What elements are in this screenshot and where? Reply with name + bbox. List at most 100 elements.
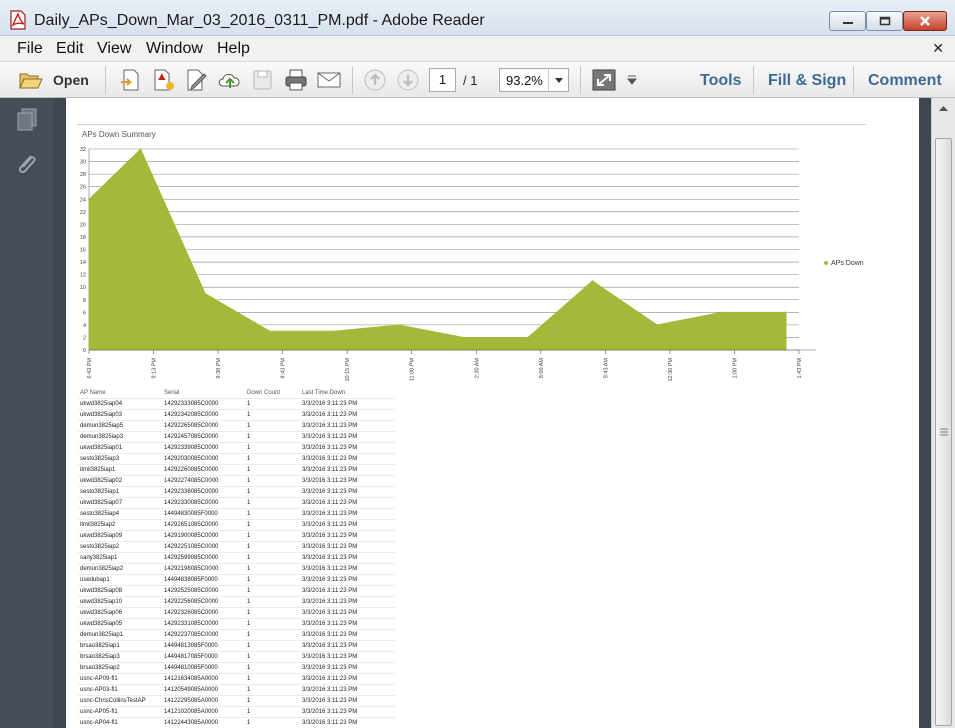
minimize-button[interactable] <box>829 11 866 31</box>
table-cell: 14120549085A0000 <box>164 687 219 693</box>
comment-pane-button[interactable]: Comment <box>868 72 942 90</box>
y-tick-label: 4 <box>83 323 86 329</box>
create-pdf-icon[interactable] <box>118 68 144 92</box>
toolbar-separator <box>352 66 353 94</box>
y-tick-label: 10 <box>80 285 86 291</box>
fill-sign-pane-button[interactable]: Fill & Sign <box>768 72 846 90</box>
print-icon[interactable] <box>283 68 309 92</box>
scroll-up-arrow-icon[interactable] <box>932 98 955 120</box>
table-cell: 1 <box>247 423 251 429</box>
table-row: ukwd3825iap06 14292326085C0000 1 3/3/2016 3… <box>78 608 396 619</box>
y-tick-label: 20 <box>80 222 86 228</box>
table-cell: 1 <box>247 654 251 660</box>
menu-file[interactable]: File <box>17 40 43 58</box>
x-tick-label: 1:00 PM <box>732 358 738 379</box>
x-tick-label: 6:43 PM <box>87 358 93 379</box>
legend-label: APs Down <box>831 260 864 267</box>
table-row: brsao3825iap3 14494817085F0000 1 3/3/2016 3… <box>78 652 396 663</box>
y-tick-label: 18 <box>80 235 86 241</box>
save-icon[interactable] <box>250 68 276 92</box>
x-tick-label: 2:30 AM <box>474 358 480 379</box>
table-row: sesto3825iap4 14494830085F0000 1 3/3/2016 3… <box>78 509 396 520</box>
table-cell: 14494810085F0000 <box>164 665 218 671</box>
table-cell: 1 <box>247 610 251 616</box>
table-cell: 3/3/2016 3:11:23 PM <box>302 456 358 462</box>
table-row: brsao3825iap2 14494810085F0000 1 3/3/2016 3… <box>78 663 396 674</box>
table-cell: 3/3/2016 3:11:23 PM <box>302 654 358 660</box>
cloud-upload-icon[interactable] <box>217 68 243 92</box>
table-cell: 14494830085F0000 <box>164 511 218 517</box>
scrollbar-thumb[interactable] <box>935 138 952 726</box>
table-cell: 14292265085C0000 <box>164 423 219 429</box>
next-page-icon[interactable] <box>395 68 421 92</box>
document-view[interactable]: APs Down Summary 0 2 4 6 8 10 12 14 16 18 20 22 24 26… <box>53 98 931 728</box>
menu-edit[interactable]: Edit <box>56 40 84 58</box>
table-cell: demun3825iap5 <box>80 423 124 429</box>
close-document-icon[interactable]: ✕ <box>932 40 944 57</box>
table-cell: 1 <box>247 599 251 605</box>
y-tick-label: 0 <box>83 348 86 354</box>
open-folder-icon[interactable] <box>18 68 44 92</box>
table-cell: sarly3825iap1 <box>80 555 118 561</box>
export-pdf-icon[interactable] <box>151 68 177 92</box>
table-cell: itmil3825iap2 <box>80 522 116 528</box>
table-row: usnc-ChrisCollinsTestAP 14122295085A0000 1… <box>78 696 396 707</box>
table-cell: 3/3/2016 3:11:23 PM <box>302 478 358 484</box>
table-row: ukwd3825iap01 14292339085C0000 1 3/3/2016 3… <box>78 443 396 454</box>
table-cell: ukwd3825iap05 <box>80 621 123 627</box>
toolbar-options-chevron-icon[interactable] <box>622 68 648 92</box>
data-point <box>785 311 787 314</box>
menu-window[interactable]: Window <box>146 40 203 58</box>
table-cell: 3/3/2016 3:11:23 PM <box>302 489 358 495</box>
table-cell: 1 <box>247 522 251 528</box>
table-row: demun3825iap1 14292237085C0000 1 3/3/2016 3… <box>78 630 396 641</box>
y-tick-label: 22 <box>80 210 86 216</box>
table-cell: 1 <box>247 566 251 572</box>
email-icon[interactable] <box>316 68 342 92</box>
page-number-input[interactable]: 1 <box>429 68 456 92</box>
zoom-select[interactable]: 93.2% <box>499 68 569 92</box>
table-row: ukwd3825iap02 14292274085C0000 1 3/3/2016 3… <box>78 476 396 487</box>
table-cell: 14121634085A0000 <box>164 676 219 682</box>
table-cell: 3/3/2016 3:11:23 PM <box>302 522 358 528</box>
table-cell: 14292342085C0000 <box>164 412 219 418</box>
y-tick-label: 12 <box>80 273 86 279</box>
table-row: ukwd3825iap03 14292342085C0000 1 3/3/2016 3… <box>78 410 396 421</box>
open-button[interactable]: Open <box>53 72 89 88</box>
table-cell: 3/3/2016 3:11:23 PM <box>302 511 358 517</box>
table-cell: 1 <box>247 676 251 682</box>
y-tick-label: 26 <box>80 185 86 191</box>
zoom-value: 93.2% <box>506 73 543 88</box>
maximize-button[interactable] <box>866 11 903 31</box>
table-cell: ukwd3825iap01 <box>80 445 123 451</box>
close-button[interactable] <box>903 11 947 31</box>
attachments-paperclip-icon[interactable] <box>15 150 39 181</box>
table-cell: 1 <box>247 456 251 462</box>
table-cell: 14292525085C0000 <box>164 588 219 594</box>
previous-page-icon[interactable] <box>362 68 388 92</box>
data-point <box>591 280 594 282</box>
table-cell: 14292274085C0000 <box>164 478 219 484</box>
y-tick-label: 28 <box>80 172 86 178</box>
menu-help[interactable]: Help <box>217 40 250 58</box>
data-point <box>88 198 90 201</box>
table-row: sesto3825iap2 14292251085C0000 1 3/3/2016 3… <box>78 542 396 553</box>
full-screen-icon[interactable] <box>591 68 617 92</box>
table-cell: 1 <box>247 467 251 473</box>
table-row: ukwd3825iap10 14292256085C0000 1 3/3/2016 3… <box>78 597 396 608</box>
page-thumbnails-icon[interactable] <box>15 107 39 138</box>
table-row: usnc-AP09-fl1 14121634085A0000 1 3/3/2016 3… <box>78 674 396 685</box>
menu-view[interactable]: View <box>97 40 131 58</box>
vertical-scrollbar[interactable] <box>931 98 955 728</box>
chevron-down-icon[interactable] <box>548 69 568 91</box>
data-point <box>462 336 465 339</box>
table-row: sesto3825iap3 14292030085C0000 1 3/3/2016 3… <box>78 454 396 465</box>
table-row: ukwd3825iap05 14292331085C0000 1 3/3/2016 3… <box>78 619 396 630</box>
table-cell: ukwd3825iap03 <box>80 412 123 418</box>
data-point <box>139 148 142 150</box>
table-cell: ukwd3825iap08 <box>80 588 123 594</box>
table-cell: 1 <box>247 698 251 704</box>
tools-pane-button[interactable]: Tools <box>700 72 741 90</box>
edit-pdf-icon[interactable] <box>184 68 210 92</box>
table-cell: 3/3/2016 3:11:23 PM <box>302 720 358 726</box>
